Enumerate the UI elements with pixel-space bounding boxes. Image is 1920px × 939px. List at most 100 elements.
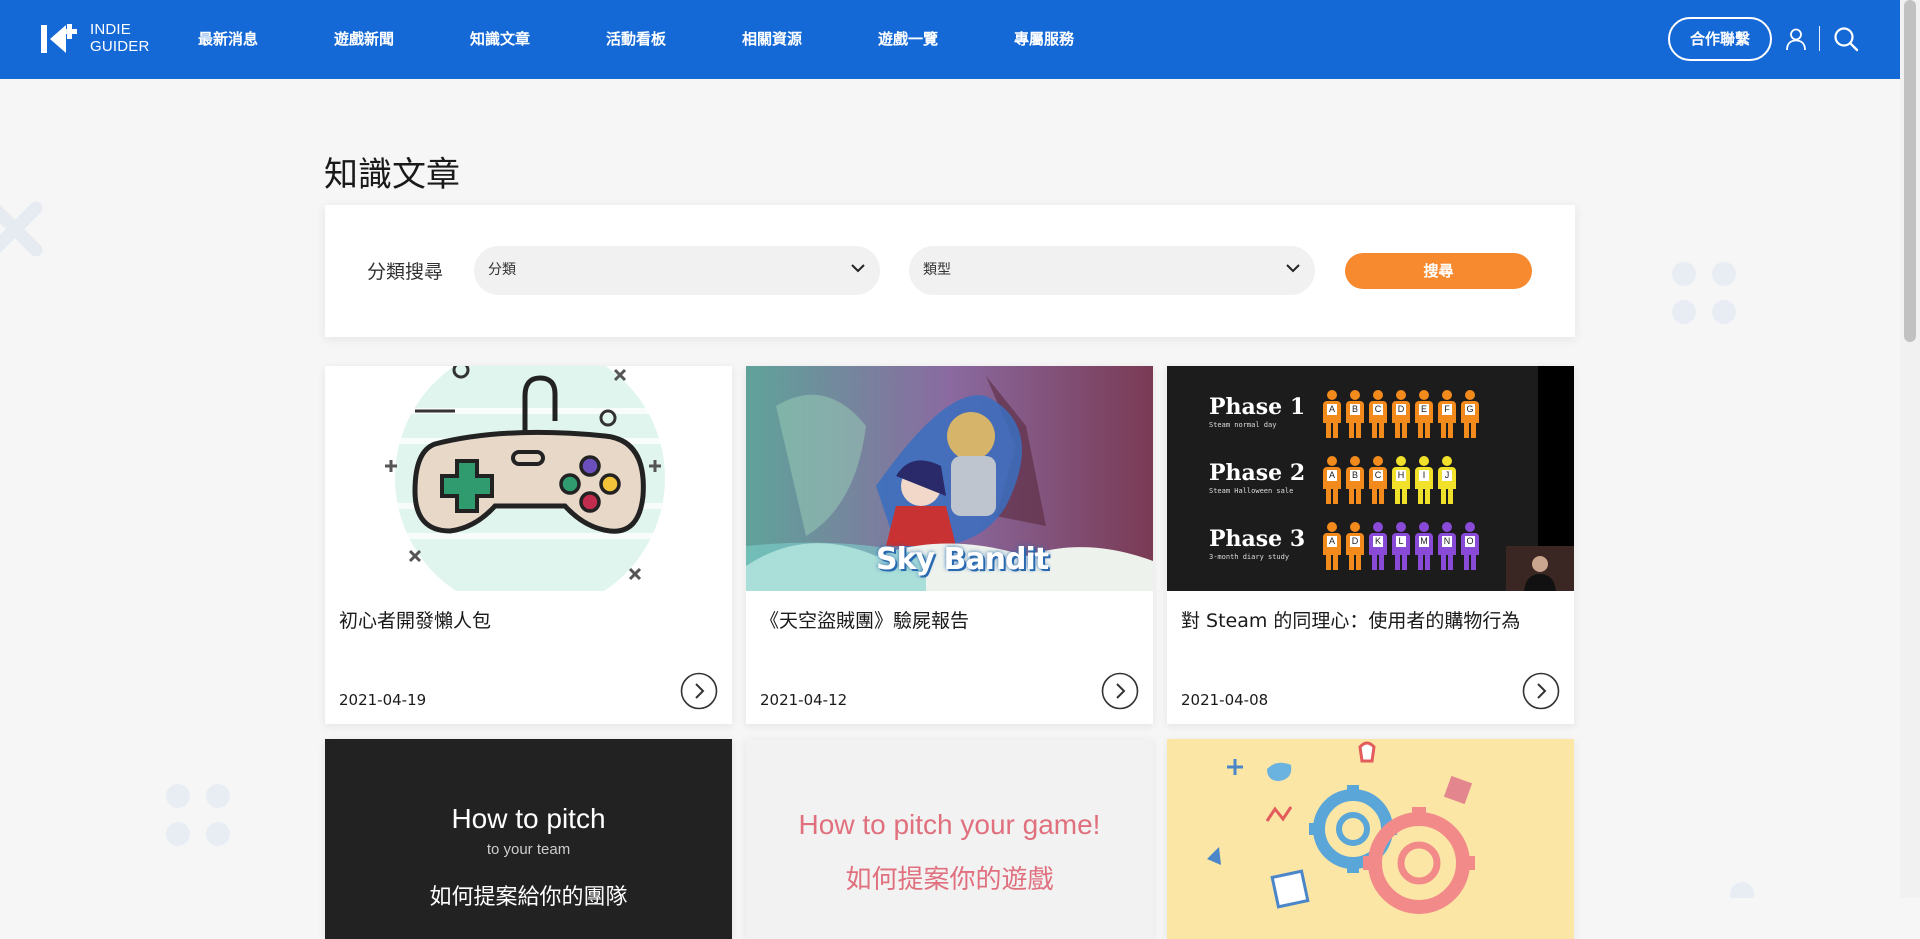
phase-title: Phase 3	[1209, 526, 1306, 552]
article-date: 2021-04-19	[339, 691, 427, 709]
category-select[interactable]: 分類	[474, 246, 880, 295]
article-thumbnail-gears[interactable]	[1167, 739, 1574, 939]
persona-letter: C	[1373, 470, 1383, 481]
persona-letter: A	[1327, 470, 1337, 481]
persona-figure: B	[1346, 390, 1364, 440]
filter-panel: 分類搜尋 分類 類型 搜尋	[325, 205, 1575, 337]
nav-knowledge-articles[interactable]: 知識文章	[470, 0, 606, 79]
top-navigation-bar: INDIE GUIDER 最新消息 遊戲新聞 知識文章 活動看板 相關資源 遊戲…	[0, 0, 1900, 79]
persona-figure: D	[1392, 390, 1410, 440]
article-title[interactable]: 初心者開發懶人包	[339, 606, 491, 633]
persona-letter: C	[1373, 404, 1383, 415]
thumb-chinese-text: 如何提案給你的團隊	[429, 885, 628, 910]
filter-label: 分類搜尋	[367, 261, 444, 283]
scrollbar-thumb[interactable]	[1904, 0, 1916, 342]
persona-letter: D	[1396, 404, 1406, 415]
thumb-heading: How to pitch your game!	[798, 809, 1101, 840]
nav-game-list[interactable]: 遊戲一覽	[878, 0, 1014, 79]
category-select-value: 分類	[488, 262, 516, 278]
article-thumbnail-gamepad[interactable]	[325, 366, 732, 591]
chevron-down-icon	[851, 264, 865, 273]
article-thumbnail-pitch-team[interactable]: How to pitch to your team 如何提案給你的團隊	[325, 739, 732, 939]
persona-figure: I	[1415, 456, 1433, 506]
thumb-heading: How to pitch	[451, 803, 606, 834]
phase-subtitle: 3-month diary study	[1209, 553, 1290, 561]
main-nav: 最新消息 遊戲新聞 知識文章 活動看板 相關資源 遊戲一覽 專屬服務	[198, 0, 1150, 79]
persona-figure: B	[1346, 456, 1364, 506]
persona-figure: K	[1369, 522, 1387, 572]
article-title[interactable]: 《天空盜賊團》驗屍報告	[760, 606, 969, 633]
phase-title: Phase 2	[1209, 460, 1306, 486]
phase-subtitle: Steam normal day	[1209, 421, 1277, 429]
article-card[interactable]: 初心者開發懶人包 2021-04-19	[325, 366, 732, 724]
article-thumbnail-pitch-game[interactable]: How to pitch your game! 如何提案你的遊戲	[746, 739, 1153, 939]
thumb-chinese-text: 如何提案你的遊戲	[845, 865, 1054, 895]
persona-figure: N	[1438, 522, 1456, 572]
persona-figure: L	[1392, 522, 1410, 572]
persona-figure: H	[1392, 456, 1410, 506]
persona-letter: D	[1350, 536, 1360, 547]
persona-letter: K	[1373, 536, 1383, 547]
type-select-value: 類型	[923, 262, 951, 278]
article-card[interactable]: Sky Bandit 《天空盜賊團》驗屍報告 2021-04-12	[746, 366, 1153, 724]
logo-line-2: GUIDER	[90, 38, 150, 55]
persona-letter: L	[1396, 536, 1406, 547]
persona-letter: A	[1327, 536, 1337, 547]
article-title[interactable]: 對 Steam 的同理心：使用者的購物行為	[1181, 606, 1520, 633]
article-thumbnail-sky-bandit[interactable]: Sky Bandit	[746, 366, 1153, 591]
persona-letter: M	[1419, 536, 1429, 547]
article-card[interactable]: Phase 1 Steam normal day A B C D E F G Phase 2 Ste…	[1167, 366, 1574, 724]
persona-letter: I	[1419, 470, 1429, 481]
persona-letter: H	[1396, 470, 1406, 481]
nav-events-board[interactable]: 活動看板	[606, 0, 742, 79]
persona-figure: C	[1369, 456, 1387, 506]
article-card[interactable]: How to pitch your game! 如何提案你的遊戲	[746, 739, 1153, 939]
search-icon[interactable]	[1833, 26, 1859, 52]
arrow-right-circle-icon[interactable]	[1101, 672, 1139, 710]
persona-letter: E	[1419, 404, 1429, 415]
indie-guider-logo[interactable]: INDIE GUIDER	[40, 20, 150, 60]
gears-illustration-icon	[1167, 739, 1574, 939]
x-decoration-icon	[0, 201, 43, 257]
type-select[interactable]: 類型	[909, 246, 1315, 295]
nav-exclusive-services[interactable]: 專屬服務	[1014, 0, 1150, 79]
persona-figure: C	[1369, 390, 1387, 440]
arrow-right-circle-icon[interactable]	[1522, 672, 1560, 710]
persona-figure: F	[1438, 390, 1456, 440]
article-card[interactable]: How to pitch to your team 如何提案給你的團隊	[325, 739, 732, 939]
nav-game-news[interactable]: 遊戲新聞	[334, 0, 470, 79]
phase-title: Phase 1	[1209, 394, 1306, 420]
dots-decoration-icon	[166, 784, 230, 846]
search-button[interactable]: 搜尋	[1345, 253, 1532, 289]
page-title: 知識文章	[324, 155, 460, 195]
sky-bandit-logo-text: Sky Bandit	[876, 542, 1049, 577]
presenter-video-inset	[1506, 546, 1574, 591]
persona-figure: J	[1438, 456, 1456, 506]
partner-contact-button[interactable]: 合作聯繫	[1668, 17, 1772, 61]
persona-letter: J	[1442, 470, 1452, 481]
thumb-subheading: to your team	[486, 841, 571, 858]
persona-figure: E	[1415, 390, 1433, 440]
arrow-right-circle-icon[interactable]	[680, 672, 718, 710]
article-date: 2021-04-08	[1181, 691, 1269, 709]
persona-figure: O	[1461, 522, 1479, 572]
persona-letter: B	[1350, 404, 1360, 415]
chevron-down-icon	[1286, 264, 1300, 273]
persona-letter: N	[1442, 536, 1452, 547]
user-icon[interactable]	[1784, 27, 1808, 51]
nav-latest-news[interactable]: 最新消息	[198, 0, 334, 79]
header-divider	[1819, 26, 1820, 51]
persona-figure: A	[1323, 522, 1341, 572]
persona-figure: A	[1323, 390, 1341, 440]
persona-letter: A	[1327, 404, 1337, 415]
page-scrollbar[interactable]	[1900, 0, 1920, 898]
phase-subtitle: Steam Halloween sale	[1209, 487, 1294, 495]
persona-letter: G	[1465, 404, 1475, 415]
article-thumbnail-phases[interactable]: Phase 1 Steam normal day A B C D E F G Phase 2 Ste…	[1167, 366, 1574, 591]
nav-resources[interactable]: 相關資源	[742, 0, 878, 79]
persona-figure: D	[1346, 522, 1364, 572]
dot-decoration-icon	[1730, 882, 1754, 898]
article-card[interactable]	[1167, 739, 1574, 939]
persona-figure: M	[1415, 522, 1433, 572]
gamepad-illustration-icon	[325, 366, 732, 591]
